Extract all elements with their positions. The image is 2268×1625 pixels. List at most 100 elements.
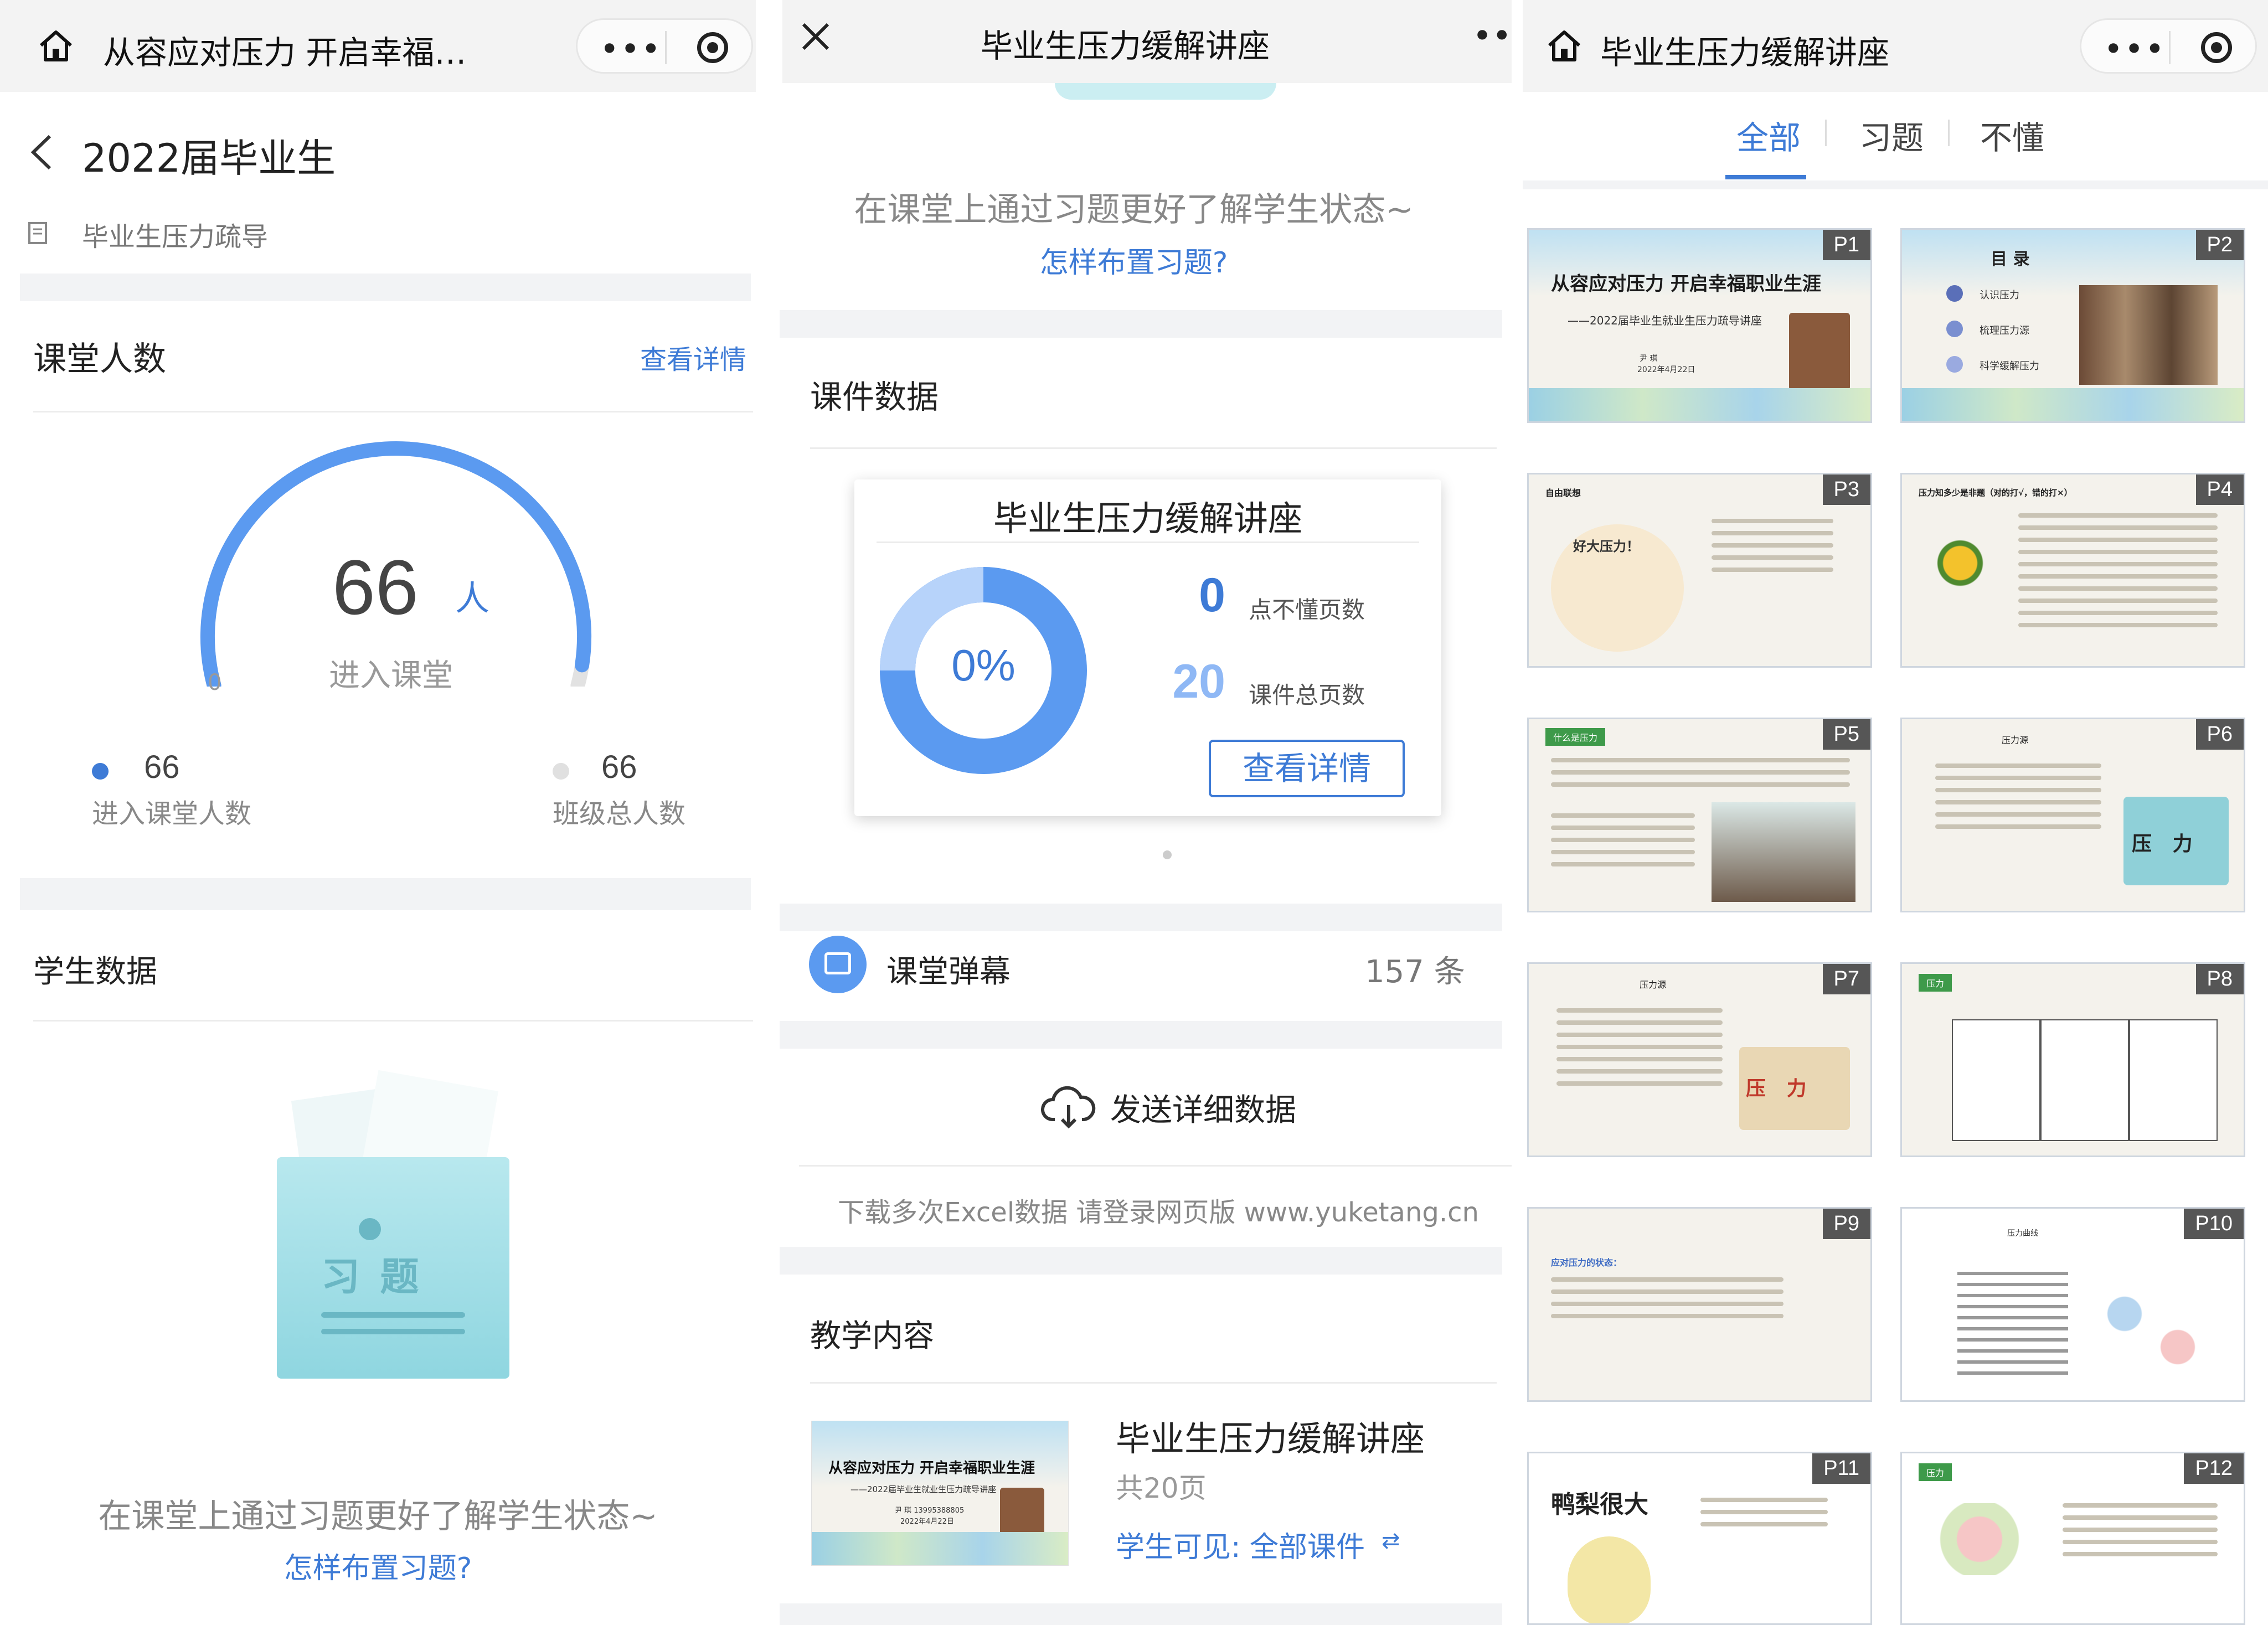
courseware-card: 毕业生压力缓解讲座 0% 0 点不懂页数 20 课件总页数 查看详情 <box>854 479 1441 816</box>
slide-thumb-12[interactable]: 压力 P12 <box>1900 1452 2245 1625</box>
slide-art-text: 压 力 <box>1746 1077 1807 1100</box>
page-tag: P1 <box>1822 230 1870 260</box>
danmaku-icon <box>809 936 867 993</box>
exercise-bag-illustration: 习 题 <box>266 1070 520 1412</box>
card-title: 毕业生压力缓解讲座 <box>993 498 1302 539</box>
filter-tabs: 全部 习题 不懂 <box>1512 92 2268 180</box>
cloud-download-icon[interactable] <box>1041 1085 1096 1129</box>
comic-panel <box>1952 1019 2040 1141</box>
mini-program-capsule[interactable]: ••• <box>576 18 753 74</box>
teaching-section-title: 教学内容 <box>810 1318 934 1354</box>
how-to-assign-link[interactable]: 怎样布置习题? <box>756 239 1512 281</box>
tab-all[interactable]: 全部 <box>1736 112 1801 158</box>
text-lines <box>1935 764 2101 837</box>
more-icon[interactable]: •• <box>1472 17 1512 55</box>
class-title: 2022届毕业生 <box>82 136 336 181</box>
page-tag: P2 <box>2195 230 2244 260</box>
teaching-item-title[interactable]: 毕业生压力缓解讲座 <box>1116 1411 1425 1461</box>
page-tag: P8 <box>2195 964 2244 994</box>
slide-thumb-9[interactable]: 应对压力的状态： P9 <box>1527 1207 1872 1402</box>
slide-thumb-3[interactable]: 自由联想 好大压力！ P3 <box>1527 473 1872 668</box>
attendance-label: 进入课堂 <box>329 658 453 694</box>
switch-icon[interactable]: ⇄ <box>1382 1528 1400 1554</box>
tab-not-understood[interactable]: 不懂 <box>1980 112 2044 158</box>
toc-item-3: 科学缓解压力 <box>1980 360 2039 372</box>
legend-dot-total <box>553 763 569 780</box>
pear-illustration <box>1568 1536 1651 1623</box>
slide-thumb-4[interactable]: 压力知多少是非题（对的打√，错的打×） P4 <box>1900 473 2245 668</box>
slide-subtitle: ——2022届毕业生就业生压力疏导讲座 <box>1568 314 1762 327</box>
pager-dot[interactable] <box>1163 850 1172 859</box>
slide-title: 自由联想 <box>1545 488 1581 498</box>
page-tag: P7 <box>1822 964 1870 994</box>
slide-date: 2022年4月22日 <box>1637 365 1695 374</box>
divider <box>799 1165 1512 1167</box>
divider <box>33 411 753 412</box>
bar-sketch <box>1957 1264 2068 1375</box>
page-tag: P3 <box>1822 474 1870 505</box>
text-lines <box>2063 1503 2218 1564</box>
more-icon[interactable]: ••• <box>2104 30 2166 69</box>
home-icon[interactable] <box>1545 27 1584 65</box>
close-miniprogram-icon[interactable] <box>697 32 728 63</box>
empty-state-text: 在课堂上通过习题更好了解学生状态~ <box>854 190 1414 229</box>
student-data-title: 学生数据 <box>33 954 157 990</box>
nav-bar: 毕业生压力缓解讲座 •• <box>782 0 1512 83</box>
slide-thumb-11[interactable]: 鸭梨很大 P11 <box>1527 1452 1872 1625</box>
slide-thumb-7[interactable]: 压力源 压 力 P7 <box>1527 962 1872 1157</box>
divider <box>780 1021 1502 1049</box>
total-value: 66 <box>601 749 637 785</box>
text-lines <box>1556 1008 1723 1093</box>
danmaku-label[interactable]: 课堂弹幕 <box>886 947 1011 992</box>
slide-thumb-6[interactable]: 压力源 压 力 P6 <box>1900 718 2245 912</box>
slide-art-text: 压 力 <box>2132 833 2193 855</box>
page-tag: P4 <box>2195 474 2244 505</box>
text-lines <box>1700 1498 1828 1534</box>
divider <box>780 310 1502 338</box>
slide-title: 压力 <box>1919 1463 1952 1481</box>
more-icon[interactable]: ••• <box>600 30 662 69</box>
divider <box>810 447 1497 449</box>
active-tab-indicator <box>1725 175 1806 179</box>
courseware-details-button[interactable]: 查看详情 <box>1209 740 1405 797</box>
send-data-label[interactable]: 发送详细数据 <box>1110 1085 1296 1130</box>
slide-thumb-10[interactable]: 压力曲线 P10 <box>1900 1207 2245 1402</box>
divider <box>1523 180 2268 189</box>
slide-speaker: 尹 琪 <box>1640 354 1658 363</box>
slide-title: 目 录 <box>1991 250 2030 269</box>
text-lines <box>1551 758 1850 795</box>
close-miniprogram-icon[interactable] <box>2201 32 2232 63</box>
slide-thumb-2[interactable]: 目 录 认识压力 梳理压力源 科学缓解压力 P2 <box>1900 228 2245 423</box>
slide-thumb-1[interactable]: 从容应对压力 开启幸福职业生涯 ——2022届毕业生就业生压力疏导讲座 尹 琪 … <box>1527 228 1872 423</box>
back-icon[interactable] <box>28 133 55 172</box>
slide-title: 压力 <box>1919 974 1952 992</box>
teaching-item-pages: 共20页 <box>1116 1472 1207 1504</box>
attendance-section-title: 课堂人数 <box>33 340 166 379</box>
courseware-thumbnail[interactable]: 从容应对压力 开启幸福职业生涯 ——2022届毕业生就业生压力疏导讲座 尹 琪 … <box>811 1421 1069 1566</box>
tab-exercises[interactable]: 习题 <box>1859 112 1924 158</box>
divider <box>20 274 751 301</box>
divider <box>33 1020 753 1022</box>
divider <box>810 1382 1497 1384</box>
page-tag: P6 <box>2195 719 2244 750</box>
home-icon[interactable] <box>37 27 75 65</box>
page-tag: P5 <box>1822 719 1870 750</box>
mini-program-capsule[interactable]: ••• <box>2080 18 2257 74</box>
slide-title: 压力源 <box>1640 979 1667 990</box>
page-tag: P11 <box>1812 1453 1870 1484</box>
cartoon-illustration <box>2085 1270 2218 1380</box>
books-illustration <box>1789 313 1850 390</box>
slide-thumb-8[interactable]: 压力 P8 <box>1900 962 2245 1157</box>
slide-thumb-5[interactable]: 什么是压力 P5 <box>1527 718 1872 912</box>
tab-separator <box>1948 120 1950 146</box>
divider <box>780 1247 1502 1275</box>
how-to-assign-link[interactable]: 怎样布置习题? <box>0 1545 756 1586</box>
visibility-setting[interactable]: 学生可见: 全部课件 <box>1116 1524 1365 1565</box>
attendance-details-link[interactable]: 查看详情 <box>640 338 746 376</box>
cartoon-illustration <box>1712 802 1855 902</box>
text-lines <box>1551 813 1695 874</box>
legend-dot-entered <box>92 763 109 780</box>
slides-panel: 毕业生压力缓解讲座 ••• 全部 习题 不懂 从容应对压力 开启幸福职业生涯 —… <box>1512 0 2268 1625</box>
close-icon[interactable] <box>799 20 832 53</box>
slide-title: 压力知多少是非题（对的打√，错的打×） <box>1919 488 2073 498</box>
